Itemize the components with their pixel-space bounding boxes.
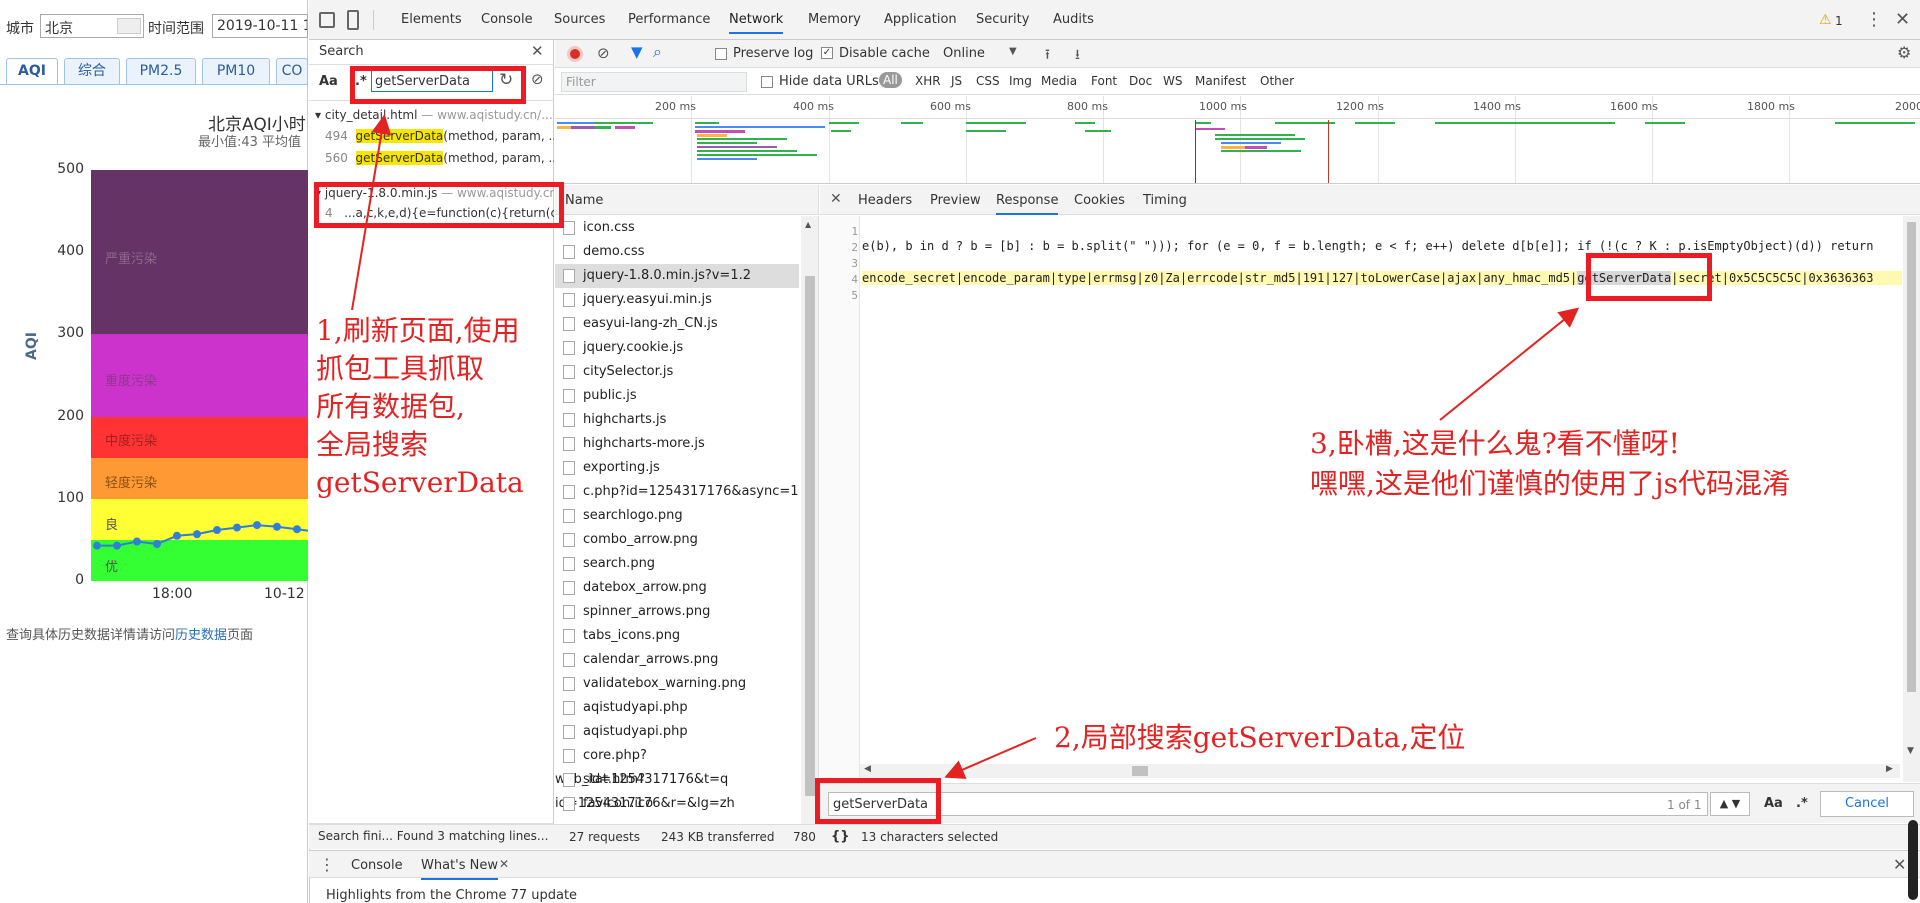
annotation-step3-line: 嘿嘿,这是他们谨慎的使用了js代码混淆 <box>1310 467 1790 500</box>
annotation-step1-line: 所有数据包, <box>316 390 465 423</box>
annotation-step1: 1,刷新页面,使用 抓包工具抓取 所有数据包, 全局搜索 getServerDa… <box>316 312 524 502</box>
annotation-step3-line: 3,卧槽,这是什么鬼?看不懂呀! <box>1310 427 1680 460</box>
annotation-step1-line: 全局搜索 <box>316 428 429 461</box>
annotation-step1-line: 1,刷新页面,使用 <box>316 314 520 347</box>
arrow-1 <box>351 114 392 311</box>
arrow-2 <box>944 737 1037 779</box>
annotation-step3: 3,卧槽,这是什么鬼?看不懂呀! 嘿嘿,这是他们谨慎的使用了js代码混淆 <box>1310 424 1790 504</box>
annotation-step1-line: 抓包工具抓取 <box>316 352 485 385</box>
annotation-step2: 2,局部搜索getServerData,定位 <box>1054 721 1466 754</box>
arrow-3 <box>1439 307 1580 421</box>
annotation-step1-line: getServerData <box>316 466 524 499</box>
